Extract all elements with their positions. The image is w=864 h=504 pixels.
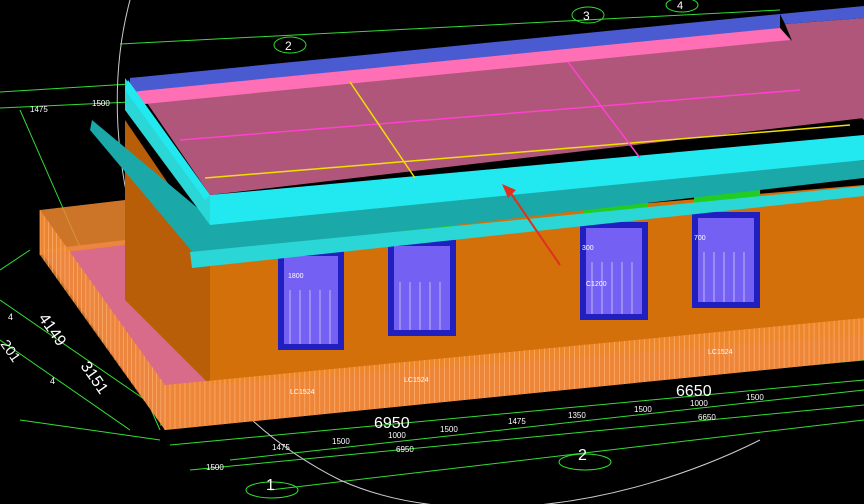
dim-bottom-total-b: 6650 <box>676 383 712 400</box>
svg-text:LC1524: LC1524 <box>708 349 733 356</box>
svg-text:1: 1 <box>266 477 275 494</box>
svg-text:1350: 1350 <box>568 411 586 420</box>
svg-text:1800: 1800 <box>288 273 304 280</box>
svg-text:LC1524: LC1524 <box>290 389 315 396</box>
dim-left-tick-a: 4 <box>8 312 13 322</box>
svg-text:1000: 1000 <box>690 399 708 408</box>
axis-bubble-4[interactable]: 4 <box>665 0 699 13</box>
dim-top-left-b: 1500 <box>92 99 110 108</box>
dim-left-big-b: 3151 <box>77 359 111 398</box>
svg-text:C1200: C1200 <box>586 281 607 288</box>
svg-text:1475: 1475 <box>508 417 526 426</box>
svg-text:2: 2 <box>285 39 292 53</box>
svg-text:1500: 1500 <box>206 463 224 472</box>
svg-text:1500: 1500 <box>332 437 350 446</box>
svg-text:LC1524: LC1524 <box>404 377 429 384</box>
svg-text:3: 3 <box>583 9 590 23</box>
axis-bubble-2-top[interactable]: 2 <box>273 36 307 54</box>
axis-bubble-3[interactable]: 3 <box>571 6 605 24</box>
svg-text:4: 4 <box>677 0 683 12</box>
svg-text:1500: 1500 <box>746 393 764 402</box>
svg-text:1000: 1000 <box>388 431 406 440</box>
svg-text:6650: 6650 <box>698 413 716 422</box>
svg-text:2: 2 <box>578 447 587 464</box>
svg-text:1475: 1475 <box>272 443 290 452</box>
svg-text:1500: 1500 <box>634 405 652 414</box>
svg-text:1500: 1500 <box>440 425 458 434</box>
cad-3d-viewport[interactable]: 1 2 2 3 4 1475 1500 4149 3151 201 4 4 69… <box>0 0 864 504</box>
dim-left-tick-b: 4 <box>50 376 55 386</box>
building-model-canvas[interactable]: 1 2 2 3 4 1475 1500 4149 3151 201 4 4 69… <box>0 0 864 504</box>
svg-text:300: 300 <box>582 245 594 252</box>
dim-top-left-a: 1475 <box>30 105 48 114</box>
svg-text:6950: 6950 <box>396 445 414 454</box>
dim-bottom-total-a: 6950 <box>374 415 410 432</box>
svg-text:700: 700 <box>694 235 706 242</box>
dim-left-small: 201 <box>0 337 24 365</box>
